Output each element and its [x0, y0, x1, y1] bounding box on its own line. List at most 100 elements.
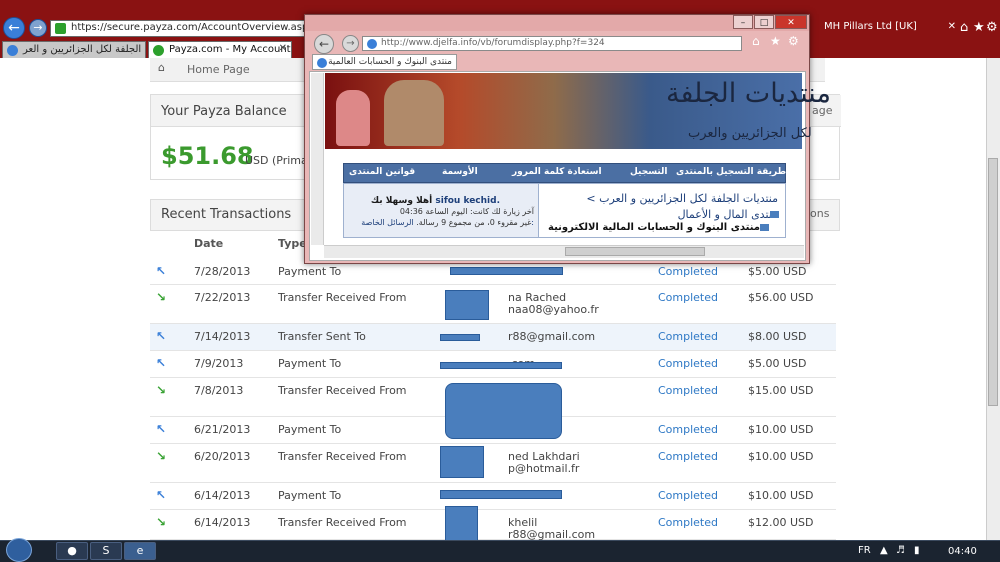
home-icon[interactable]: ⌂ [158, 61, 165, 74]
popup-tab-label: منتدى البنوك و الحسابات العالمية ... [316, 57, 452, 67]
minimize-button[interactable]: – [733, 15, 753, 29]
nav-forum-rules[interactable]: قوانين المنتدى [349, 167, 415, 177]
nav-register[interactable]: التسجيل [630, 167, 668, 177]
transaction-status[interactable]: Completed [658, 516, 718, 529]
transaction-status[interactable]: Completed [658, 384, 718, 397]
outgoing-arrow-icon: ↖ [156, 356, 167, 370]
transaction-amount: $15.00 USD [748, 384, 814, 397]
username-link[interactable]: sifou kechid. [435, 196, 500, 206]
tab-mh-pillars[interactable]: MH Pillars Ltd [UK] ✕ [820, 20, 960, 36]
outgoing-arrow-icon: ↖ [156, 264, 167, 278]
redaction [440, 446, 484, 478]
transaction-date: 7/8/2013 [194, 384, 244, 397]
popup-back-button[interactable]: ← [314, 34, 334, 54]
ie-favicon-icon [7, 45, 18, 56]
tray-arrow-icon[interactable]: ▲ [880, 545, 888, 556]
balance-amount: $51.68 [161, 142, 254, 170]
transaction-date: 7/14/2013 [194, 330, 251, 343]
transaction-row[interactable]: ↖ 7/14/2013 Transfer Sent To r88@gmail.com C… [150, 324, 836, 351]
crumb-forum-root[interactable]: منتديات الجلفة لكل الجزائريين و العرب > [586, 192, 778, 205]
tab-label: منتديات الجلفة لكل الجزائريين و العر... [23, 44, 145, 55]
transaction-amount: $10.00 USD [748, 489, 814, 502]
nav-register-method[interactable]: طريقة التسجيل بالمنتدى [676, 167, 786, 177]
welcome-text: أهلا وسهلا بك [370, 196, 433, 206]
popup-horizontal-scrollbar[interactable] [324, 245, 804, 258]
skype-taskbar-icon[interactable]: S [90, 542, 122, 560]
chrome-taskbar-icon[interactable]: ● [56, 542, 88, 560]
transaction-status[interactable]: Completed [658, 291, 718, 304]
banner-image [336, 90, 370, 146]
tab-payza[interactable]: Payza.com - My Account | ... ✕ [148, 41, 292, 58]
popup-address-url: http://www.djelfa.info/vb/forumdisplay.p… [381, 38, 605, 48]
redaction [445, 290, 489, 320]
secure-lock-icon [55, 23, 66, 34]
redaction [450, 267, 563, 275]
volume-icon[interactable]: ♬ [896, 545, 905, 556]
close-tab-icon[interactable]: ✕ [279, 43, 287, 54]
outgoing-arrow-icon: ↖ [156, 488, 167, 502]
start-button[interactable] [6, 538, 32, 562]
folder-icon [760, 224, 769, 231]
gear-icon[interactable]: ⚙ [788, 34, 799, 48]
forum-logo-subtitle: لكل الجزائريين والعرب [688, 126, 812, 141]
transaction-status[interactable]: Completed [658, 265, 718, 278]
forward-button[interactable]: → [29, 19, 47, 37]
column-header-date[interactable]: Date [194, 237, 223, 250]
close-window-button[interactable]: ✕ [775, 15, 807, 29]
clock[interactable]: 04:40 [948, 546, 977, 557]
transaction-status[interactable]: Completed [658, 357, 718, 370]
transactions-title: Recent Transactions [161, 207, 292, 222]
incoming-arrow-icon: ↘ [156, 449, 167, 463]
transaction-type: Transfer Sent To [278, 330, 366, 343]
transaction-row[interactable]: ↘ 6/20/2013 Transfer Received From ned Lakh… [150, 444, 836, 483]
column-header-type[interactable]: Type [278, 237, 307, 250]
popup-scrollbar[interactable] [311, 73, 324, 245]
payza-favicon-icon [153, 45, 164, 56]
home-icon[interactable]: ⌂ [960, 20, 968, 35]
tab-djelfa[interactable]: منتديات الجلفة لكل الجزائريين و العر... [2, 41, 146, 58]
nav-password-recovery[interactable]: استعادة كلمة المرور [512, 167, 602, 177]
welcome-line: أهلا وسهلا بك sifou kechid. [371, 196, 500, 206]
popup-tab[interactable]: منتدى البنوك و الحسابات العالمية ... [312, 54, 457, 70]
transactions-header-link[interactable]: ons [810, 207, 829, 220]
ie-taskbar-icon[interactable]: e [124, 542, 156, 560]
transaction-date: 7/22/2013 [194, 291, 251, 304]
transaction-type: Transfer Received From [278, 291, 407, 304]
favorites-star-icon[interactable]: ★ [973, 20, 985, 35]
language-indicator[interactable]: FR [858, 545, 871, 556]
transaction-date: 6/14/2013 [194, 489, 251, 502]
crumb-finance-forum[interactable]: منتدى المال و الأعمال [678, 208, 778, 221]
transaction-status[interactable]: Completed [658, 423, 718, 436]
transaction-row[interactable]: ↘ 7/22/2013 Transfer Received From na Rache… [150, 285, 836, 324]
transaction-status[interactable]: Completed [658, 489, 718, 502]
last-visit-time: 04:36 [399, 207, 423, 216]
transaction-date: 6/21/2013 [194, 423, 251, 436]
tab-label: Payza.com - My Account | ... [169, 44, 291, 55]
transaction-date: 6/20/2013 [194, 450, 251, 463]
favorites-star-icon[interactable]: ★ [770, 34, 781, 48]
transaction-amount: $10.00 USD [748, 423, 814, 436]
transaction-amount: $5.00 USD [748, 265, 807, 278]
maximize-button[interactable]: □ [754, 15, 774, 29]
transaction-status[interactable]: Completed [658, 330, 718, 343]
outgoing-arrow-icon: ↖ [156, 329, 167, 343]
transaction-party-email: naa08@yahoo.fr [508, 303, 599, 316]
transaction-row[interactable]: ↘ 6/14/2013 Transfer Received From khelil r8… [150, 510, 836, 541]
close-tab-icon[interactable]: ✕ [948, 21, 956, 32]
last-visit-text: آخر زيارة لك كانت: اليوم الساعة [425, 207, 534, 216]
home-icon[interactable]: ⌂ [752, 34, 760, 48]
popup-horizontal-scrollbar-thumb[interactable] [565, 247, 705, 256]
page-scrollbar-thumb[interactable] [988, 158, 998, 406]
gear-icon[interactable]: ⚙ [986, 20, 998, 35]
transaction-type: Payment To [278, 489, 342, 502]
breadcrumb-home[interactable]: Home Page [187, 63, 250, 76]
transaction-status[interactable]: Completed [658, 450, 718, 463]
popup-address-bar[interactable]: http://www.djelfa.info/vb/forumdisplay.p… [362, 36, 742, 51]
incoming-arrow-icon: ↘ [156, 383, 167, 397]
transaction-party-email: p@hotmail.fr [508, 462, 580, 475]
network-icon[interactable]: ▮ [914, 545, 920, 556]
back-button[interactable]: ← [3, 17, 25, 39]
nav-medals[interactable]: الأوسمة [442, 167, 478, 177]
popup-forward-button[interactable]: → [342, 35, 359, 52]
banner-image [384, 80, 444, 146]
